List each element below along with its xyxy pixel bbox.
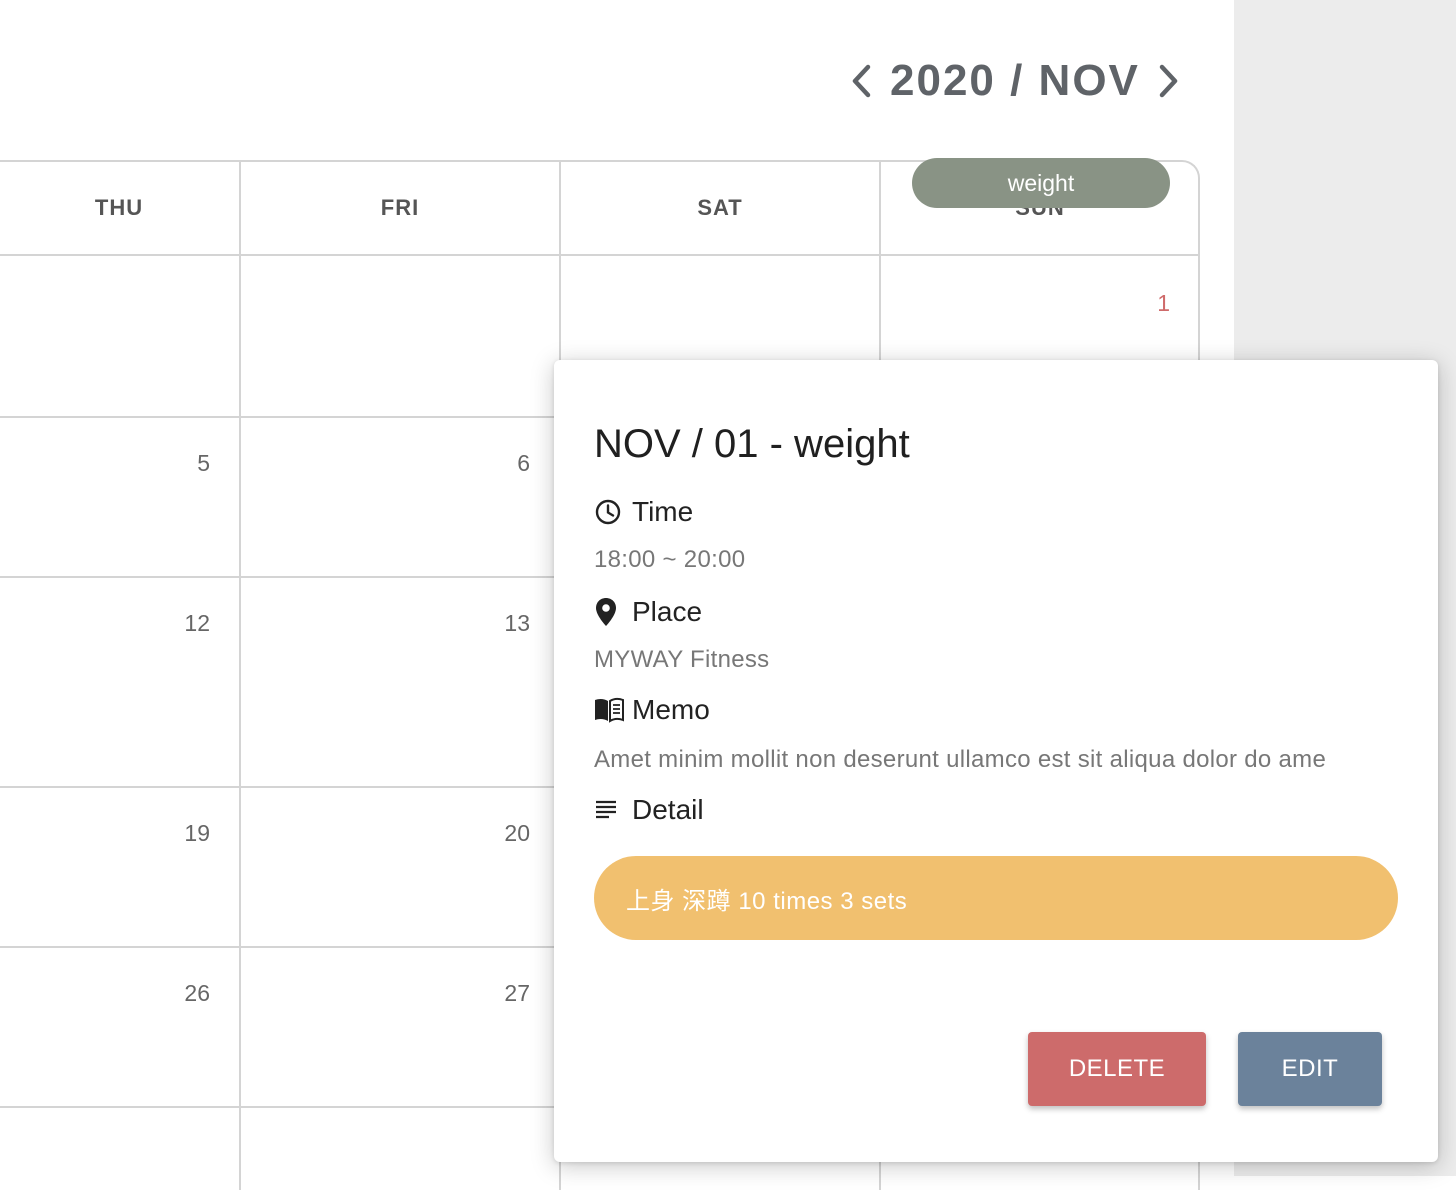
grid-line <box>239 162 241 1190</box>
time-value: 18:00 ~ 20:00 <box>594 546 746 573</box>
delete-button[interactable]: DELETE <box>1028 1032 1206 1106</box>
day-cell-number[interactable]: 5 <box>150 450 210 477</box>
day-cell-number[interactable]: 20 <box>470 820 530 847</box>
detail-item: 上身 深蹲 10 times 3 sets <box>594 856 1398 940</box>
weekday-thu: THU <box>94 195 144 220</box>
weekday-fri: FRI <box>380 195 420 220</box>
memo-section: Memo <box>594 692 710 728</box>
list-icon <box>594 795 624 825</box>
clock-icon <box>594 497 624 527</box>
place-label: Place <box>632 596 703 627</box>
month-title: 2020 / NOV <box>890 56 1140 105</box>
memo-value: Amet minim mollit non deserunt ullamco e… <box>594 746 1327 773</box>
next-month-button[interactable] <box>1146 48 1190 114</box>
edit-button[interactable]: EDIT <box>1238 1032 1382 1106</box>
time-label: Time <box>632 496 694 527</box>
location-pin-icon <box>594 597 624 627</box>
time-section: Time <box>594 494 693 530</box>
day-cell-number[interactable]: 26 <box>150 980 210 1007</box>
month-navigation: 2020 / NOV <box>840 48 1190 114</box>
event-detail-popup: NOV / 01 - weight Time 18:00 ~ 20:00 Pla… <box>554 360 1438 1162</box>
popup-title: NOV / 01 - weight <box>594 422 910 466</box>
place-value: MYWAY Fitness <box>594 646 770 673</box>
day-cell-number[interactable]: 1 <box>1110 290 1170 317</box>
day-cell-number[interactable]: 12 <box>150 610 210 637</box>
weekday-sat: SAT <box>697 195 743 220</box>
day-cell-number[interactable]: 19 <box>150 820 210 847</box>
chevron-right-icon <box>1159 64 1178 98</box>
book-icon <box>594 695 624 725</box>
day-cell-number[interactable]: 27 <box>470 980 530 1007</box>
detail-section: Detail <box>594 792 704 828</box>
memo-label: Memo <box>632 694 710 725</box>
chevron-left-icon <box>852 64 871 98</box>
place-section: Place <box>594 594 702 630</box>
prev-month-button[interactable] <box>840 48 884 114</box>
day-cell-number[interactable]: 13 <box>470 610 530 637</box>
day-cell-number[interactable]: 6 <box>470 450 530 477</box>
event-pill-weight[interactable]: weight <box>912 158 1170 208</box>
detail-label: Detail <box>632 794 704 825</box>
